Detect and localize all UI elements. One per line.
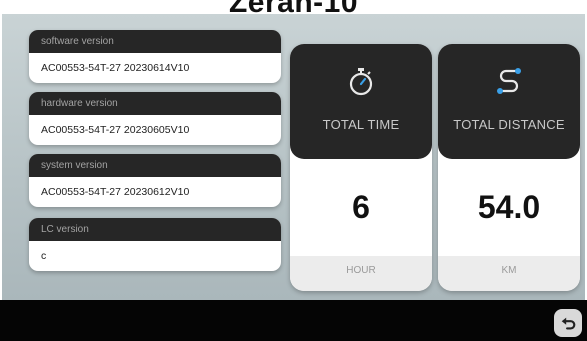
hardware-version-card: hardware version AC00553-54T-27 20230605… xyxy=(29,92,281,145)
back-arrow-icon xyxy=(561,317,576,330)
total-distance-card: TOTAL DISTANCE 54.0 KM xyxy=(438,44,580,291)
total-distance-unit: KM xyxy=(438,256,580,291)
total-time-unit: HOUR xyxy=(290,256,432,291)
system-version-value: AC00553-54T-27 20230612V10 xyxy=(41,186,190,198)
hardware-version-value: AC00553-54T-27 20230605V10 xyxy=(41,124,190,136)
total-time-label: TOTAL TIME xyxy=(322,117,400,132)
lc-version-card: LC version c xyxy=(29,218,281,271)
lc-version-value: c xyxy=(41,250,47,262)
hardware-version-label: hardware version xyxy=(29,92,281,115)
back-button[interactable] xyxy=(554,309,582,337)
total-distance-value: 54.0 xyxy=(477,189,541,225)
total-distance-label: TOTAL DISTANCE xyxy=(453,117,565,132)
bottom-bar xyxy=(0,300,587,341)
lc-version-label: LC version xyxy=(29,218,281,241)
software-version-card: software version AC00553-54T-27 20230614… xyxy=(29,30,281,83)
info-panel: software version AC00553-54T-27 20230614… xyxy=(2,14,585,300)
system-version-label: system version xyxy=(29,154,281,177)
software-version-label: software version xyxy=(29,30,281,53)
software-version-value: AC00553-54T-27 20230614V10 xyxy=(41,62,190,74)
total-time-value: 6 xyxy=(352,189,370,225)
system-version-card: system version AC00553-54T-27 20230612V1… xyxy=(29,154,281,207)
stopwatch-icon xyxy=(290,66,432,101)
total-time-card: TOTAL TIME 6 HOUR xyxy=(290,44,432,291)
route-icon xyxy=(438,66,580,101)
